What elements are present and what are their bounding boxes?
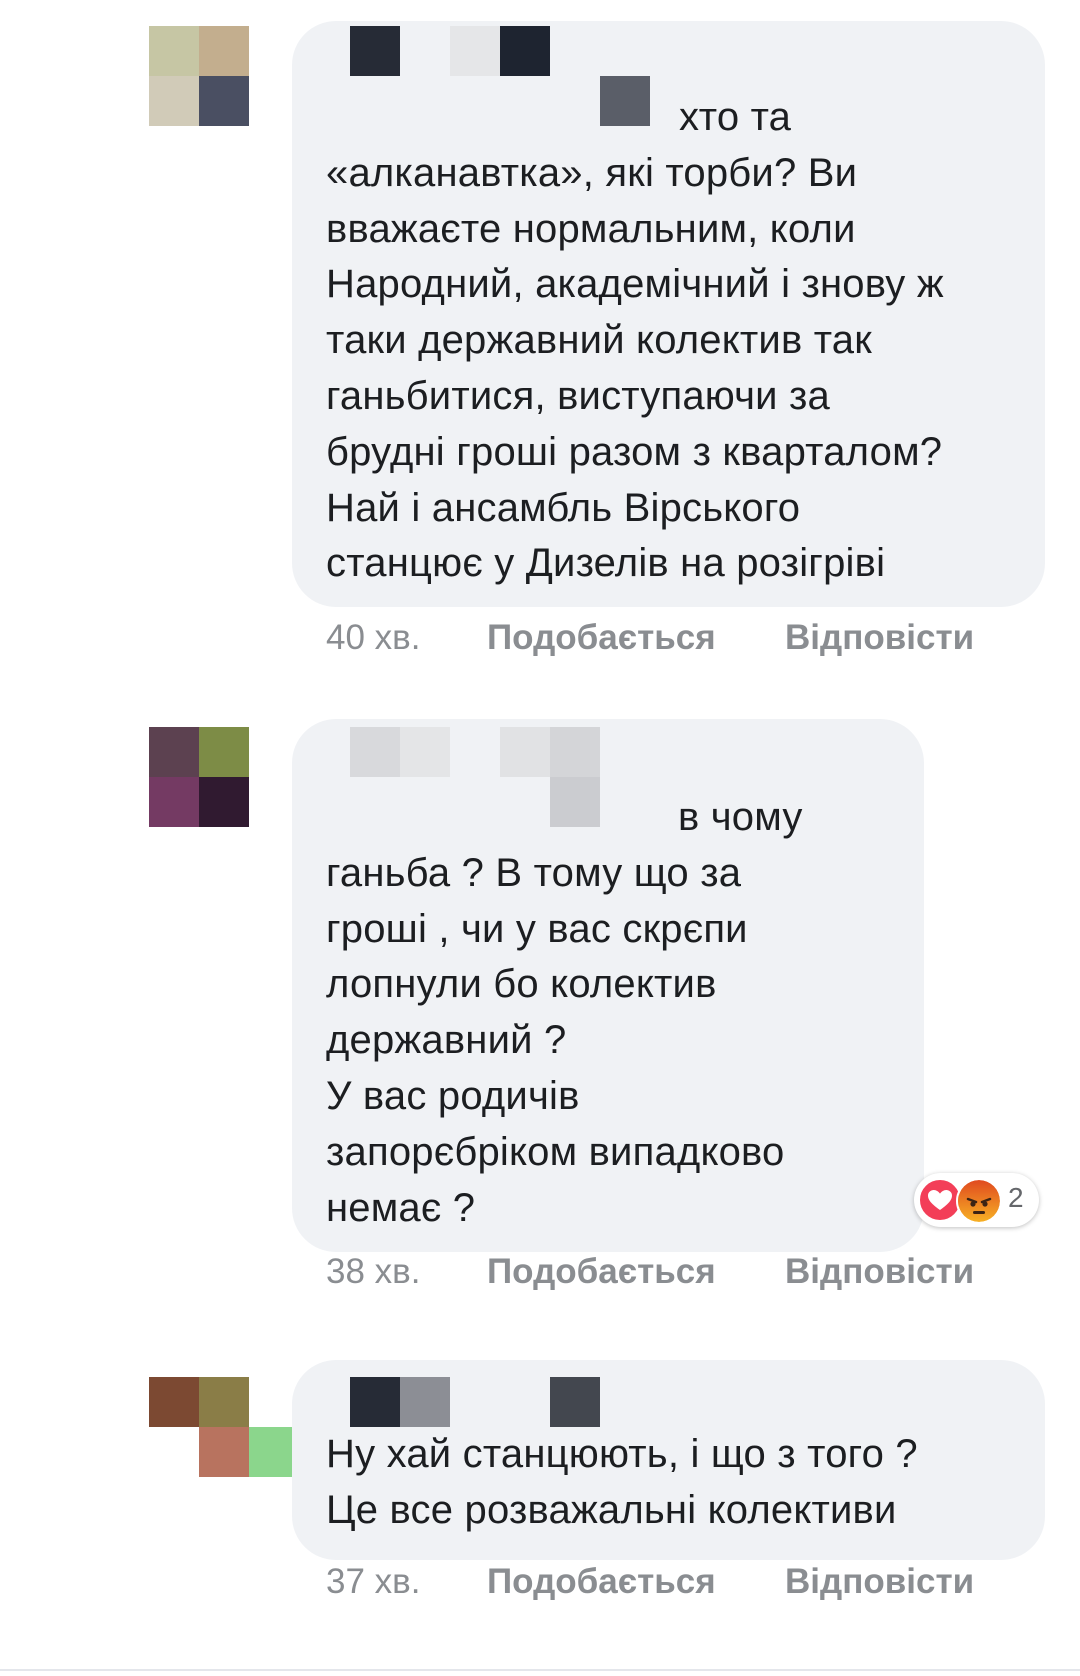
reactions-summary[interactable]: 2	[914, 1173, 1039, 1227]
comment-time[interactable]: 40 хв.	[326, 618, 420, 658]
like-button[interactable]: Подобається	[487, 618, 716, 658]
avatar[interactable]	[149, 1377, 299, 1477]
angry-face-icon	[956, 1178, 1002, 1224]
like-button[interactable]: Подобається	[487, 1562, 716, 1602]
comment-time[interactable]: 37 хв.	[326, 1562, 420, 1602]
reaction-count: 2	[1008, 1182, 1024, 1213]
comment-text: в чому ганьба ? В тому що за гроші , чи …	[326, 795, 803, 1230]
comment-time[interactable]: 38 хв.	[326, 1252, 420, 1292]
comment-text: Ну хай станцюють, і що з того ? Це все р…	[326, 1432, 918, 1532]
avatar[interactable]	[149, 727, 249, 827]
like-button[interactable]: Подобається	[487, 1252, 716, 1292]
comment-text: хто та «алканавтка», які торби? Ви вважа…	[326, 95, 944, 586]
divider	[0, 1669, 1080, 1671]
reply-button[interactable]: Відповісти	[785, 1252, 974, 1292]
avatar[interactable]	[149, 26, 249, 126]
reply-button[interactable]: Відповісти	[785, 618, 974, 658]
reply-button[interactable]: Відповісти	[785, 1562, 974, 1602]
